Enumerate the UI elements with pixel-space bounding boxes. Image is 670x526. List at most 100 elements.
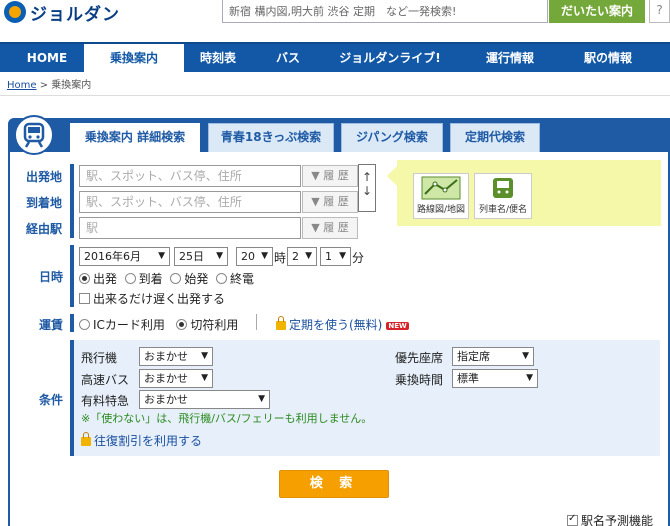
site-search-input[interactable]: 新宿 構内図,明大前 渋谷 定期 など一発検索! <box>222 0 548 23</box>
chevron-down-icon: ▼ <box>201 373 208 383</box>
time-type-radios: 出発 到着 始発 終電 <box>79 270 254 287</box>
chevron-down-icon: ▼ <box>158 251 165 261</box>
datetime-label: 日時 <box>39 270 64 284</box>
nav-operation-info[interactable]: 運行情報 <box>470 44 550 72</box>
min-suffix: 分 <box>352 251 365 265</box>
section-bar-datetime <box>70 245 74 307</box>
flight-select[interactable]: おまかせ ▼ <box>139 347 213 366</box>
radio-arrival[interactable]: 到着 <box>124 272 163 286</box>
hour-suffix: 時 <box>274 251 287 265</box>
callout-arrow <box>387 166 397 186</box>
via-input[interactable]: 駅 <box>79 217 301 239</box>
seat-value: 指定席 <box>457 350 490 363</box>
highway-bus-select[interactable]: おまかせ ▼ <box>139 369 213 388</box>
checkbox-icon <box>567 513 578 526</box>
from-label: 出発地 <box>26 170 63 184</box>
chevron-down-icon: ▼ <box>526 373 533 383</box>
train-name-button[interactable]: 列車名/便名 <box>474 173 532 219</box>
late-departure-checkbox[interactable]: 出来るだけ遅く出発する <box>79 290 225 307</box>
min-ones-value: 1 <box>325 250 332 263</box>
radio-ic-card[interactable]: ICカード利用 <box>79 318 165 332</box>
tab-zipangu[interactable]: ジパング検索 <box>341 123 443 152</box>
chevron-down-icon: ▼ <box>522 351 529 361</box>
search-submit-button[interactable]: 検 索 <box>279 470 389 498</box>
day-value: 25日 <box>179 250 204 263</box>
via-label: 経由駅 <box>26 222 63 236</box>
site-search-button[interactable]: だいたい案内 <box>549 0 645 23</box>
to-label: 到着地 <box>26 196 63 210</box>
chevron-down-icon: ▼ <box>339 251 346 261</box>
late-departure-label: 出来るだけ遅く出発する <box>93 292 226 306</box>
radio-icon <box>124 273 136 284</box>
from-input[interactable]: 駅、スポット、バス停、住所 <box>79 165 301 187</box>
min-tens-select[interactable]: 2 ▼ <box>287 247 317 266</box>
swap-arrows-icon: ↑↓ <box>362 170 373 198</box>
chevron-down-icon: ▼ <box>261 251 268 261</box>
checkbox-icon <box>79 293 90 304</box>
seat-select[interactable]: 指定席 ▼ <box>452 347 534 366</box>
to-history-button[interactable]: ▼ 履 歴 <box>302 191 358 213</box>
swap-stations-button[interactable]: ↑↓ <box>358 164 376 212</box>
commuter-pass-link[interactable]: 定期を使う(無料) NEW <box>276 316 409 333</box>
breadcrumb-separator: > <box>36 80 52 91</box>
radio-last-train-label: 終電 <box>229 272 254 286</box>
flight-value: おまかせ <box>144 350 188 363</box>
highway-bus-value: おまかせ <box>144 372 188 385</box>
logo-mark-icon <box>4 1 26 23</box>
round-trip-label: 往復割引を利用する <box>94 434 203 448</box>
train-small-icon <box>493 178 513 198</box>
chevron-down-icon: ▼ <box>201 351 208 361</box>
radio-first-train[interactable]: 始発 <box>170 272 208 286</box>
min-ones-select[interactable]: 1 ▼ <box>320 247 351 266</box>
nav-transfer[interactable]: 乗換案内 <box>84 44 184 74</box>
nav-bus[interactable]: バス <box>258 44 318 72</box>
logo-text: ジョルダン <box>30 4 120 25</box>
conditions-label: 条件 <box>39 393 64 407</box>
radio-last-train[interactable]: 終電 <box>215 272 254 286</box>
min-tens-value: 2 <box>292 250 299 263</box>
nav-station-info[interactable]: 駅の情報 <box>568 44 648 72</box>
route-map-button[interactable]: 路線図/地図 <box>413 173 469 219</box>
section-bar-stations <box>70 164 74 238</box>
transfer-time-label: 乗換時間 <box>395 373 444 387</box>
train-name-label: 列車名/便名 <box>478 205 528 215</box>
from-history-button[interactable]: ▼ 履 歴 <box>302 165 358 187</box>
nav-jorudan-live[interactable]: ジョルダンライブ! <box>330 44 450 72</box>
chevron-down-icon: ▼ <box>258 394 265 404</box>
via-history-button[interactable]: ▼ 履 歴 <box>302 217 358 239</box>
fare-radios: ICカード利用 切符利用 <box>79 316 238 333</box>
nav-home[interactable]: HOME <box>18 44 76 72</box>
transfer-time-value: 標準 <box>457 372 479 385</box>
radio-first-train-label: 始発 <box>184 272 209 286</box>
tab-detailed-search[interactable]: 乗換案内 詳細検索 <box>70 123 200 153</box>
express-select[interactable]: おまかせ ▼ <box>139 390 270 409</box>
commuter-pass-label: 定期を使う(無料) <box>289 318 383 332</box>
hour-select[interactable]: 20 ▼ <box>236 247 273 266</box>
radio-ticket[interactable]: 切符利用 <box>176 318 238 332</box>
year-month-value: 2016年6月 <box>84 250 141 263</box>
jorudan-logo[interactable]: ジョルダン <box>4 0 120 25</box>
express-label: 有料特急 <box>81 394 130 408</box>
radio-icon <box>176 319 188 330</box>
express-value: おまかせ <box>144 393 188 406</box>
breadcrumb-home[interactable]: Home <box>7 80 37 91</box>
help-button[interactable]: ? <box>649 0 670 23</box>
radio-arrival-label: 到着 <box>138 272 163 286</box>
to-input[interactable]: 駅、スポット、バス停、住所 <box>79 191 301 213</box>
lock-icon <box>81 432 91 446</box>
breadcrumb-current: 乗換案内 <box>51 80 92 91</box>
tab-seishun18[interactable]: 青春18きっぷ検索 <box>208 123 334 152</box>
nav-timetable[interactable]: 時刻表 <box>188 44 248 72</box>
radio-icon <box>79 319 90 330</box>
radio-departure[interactable]: 出発 <box>79 272 117 286</box>
fare-label: 運賃 <box>39 318 64 332</box>
day-select[interactable]: 25日 ▼ <box>174 247 228 266</box>
year-month-select[interactable]: 2016年6月 ▼ <box>79 247 170 266</box>
station-prediction-checkbox[interactable]: 駅名予測機能 <box>567 512 653 526</box>
conditions-note: ※「使わない」は、飛行機/バス/フェリーも利用しません。 <box>81 412 373 425</box>
tab-commuter-fare[interactable]: 定期代検索 <box>450 123 540 152</box>
transfer-time-select[interactable]: 標準 ▼ <box>452 369 538 388</box>
radio-icon <box>170 273 182 284</box>
round-trip-discount-link[interactable]: 往復割引を利用する <box>81 432 202 449</box>
station-prediction-label: 駅名予測機能 <box>581 514 654 526</box>
